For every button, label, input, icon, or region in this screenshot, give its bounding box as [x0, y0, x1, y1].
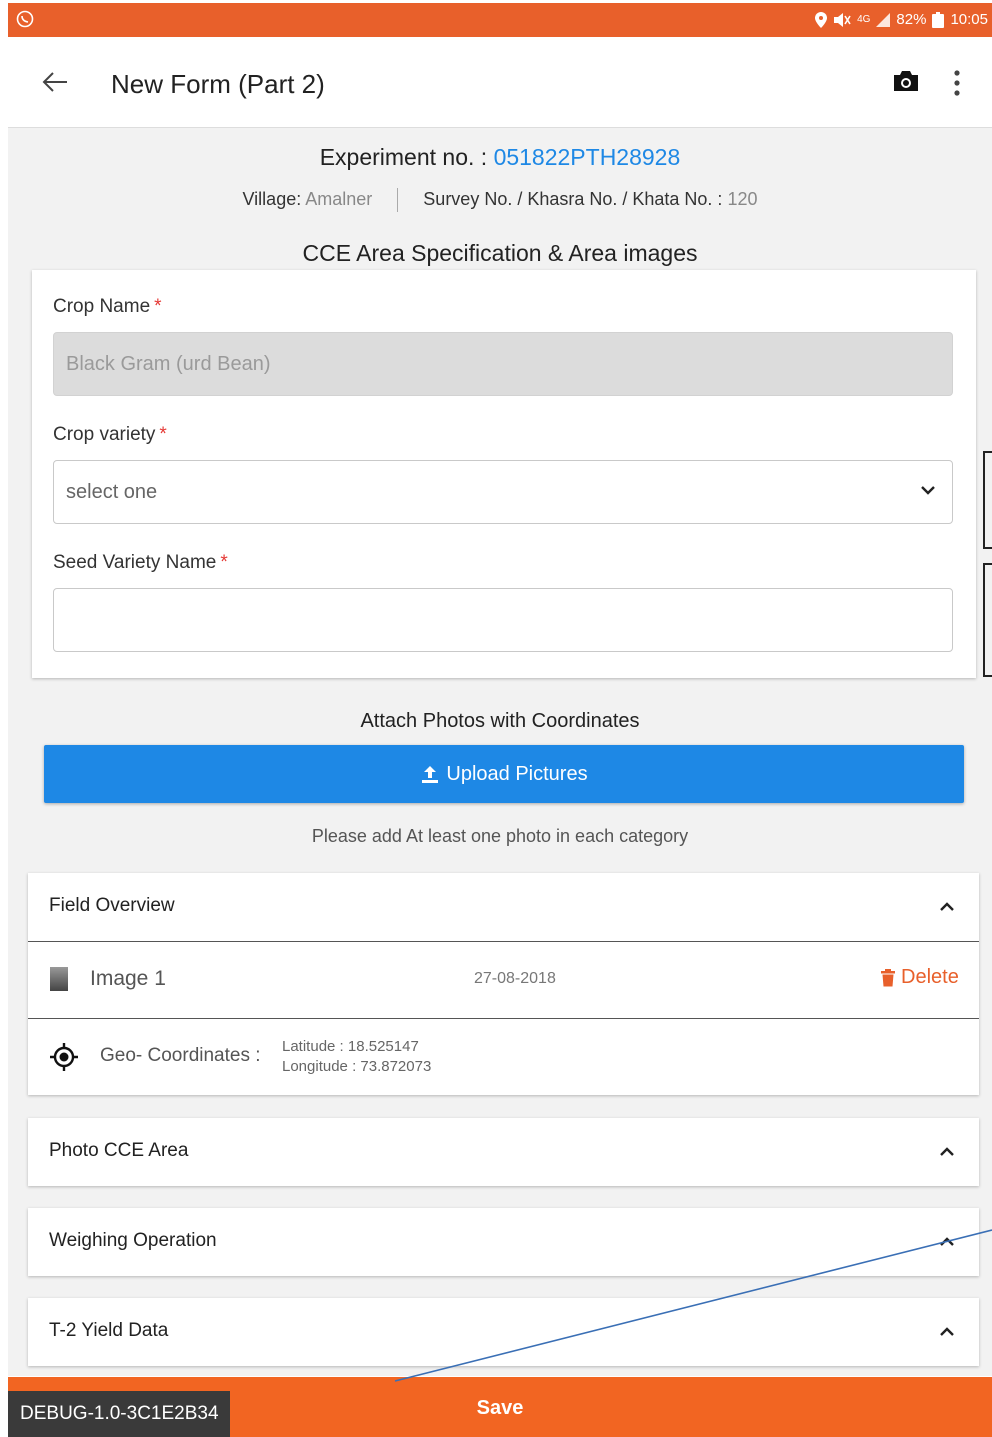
bottom-bar: Save DEBUG-1.0-3C1E2B34: [8, 1377, 992, 1437]
seed-variety-input[interactable]: [53, 588, 953, 652]
panel-header[interactable]: T-2 Yield Data: [28, 1298, 979, 1366]
status-bar: 4G 82% 10:05: [8, 3, 992, 37]
meta-divider: [397, 188, 399, 212]
delete-label: Delete: [901, 966, 959, 988]
crop-variety-value: select one: [66, 481, 158, 503]
panel-t2-yield-data: T-2 Yield Data: [28, 1298, 979, 1366]
experiment-number: Experiment no. : 051822PTH28928: [8, 144, 992, 171]
village-label: Village:: [242, 188, 302, 209]
upload-pictures-button[interactable]: Upload Pictures: [44, 745, 964, 803]
clock: 10:05: [950, 11, 988, 28]
image-thumbnail-icon[interactable]: [50, 967, 68, 991]
delete-image-button[interactable]: Delete: [881, 966, 959, 989]
village-value: Amalner: [305, 188, 373, 209]
section-heading: CCE Area Specification & Area images: [302, 240, 698, 266]
crop-variety-label-text: Crop variety: [53, 424, 156, 445]
image-row: Image 1 27-08-2018 Delete: [28, 941, 979, 1018]
geo-row: Geo- Coordinates : Latitude : 18.525147 …: [28, 1018, 979, 1095]
upload-label: Upload Pictures: [446, 762, 588, 785]
seed-variety-label-text: Seed Variety Name: [53, 552, 217, 573]
panel-field-overview: Field Overview Image 1 27-08-2018 Delete…: [28, 873, 979, 1095]
chevron-down-icon: [921, 486, 935, 495]
panel-header[interactable]: Field Overview: [28, 873, 979, 941]
crop-name-field: Black Gram (urd Bean): [53, 332, 953, 396]
survey-value: 120: [727, 188, 758, 209]
panel-title: Field Overview: [49, 895, 175, 916]
seed-variety-label: Seed Variety Name *: [53, 552, 228, 574]
required-mark: *: [159, 424, 167, 445]
attach-heading: Attach Photos with Coordinates: [360, 710, 640, 732]
image-date: 27-08-2018: [474, 970, 556, 987]
experiment-label: Experiment no. :: [319, 144, 488, 170]
required-mark: *: [220, 552, 228, 573]
chevron-up-icon: [940, 1147, 954, 1156]
chevron-up-icon: [940, 1237, 954, 1246]
crop-variety-label: Crop variety *: [53, 424, 167, 446]
area-spec-card: Crop Name * Black Gram (urd Bean) Crop va…: [32, 270, 976, 678]
debug-build-label: DEBUG-1.0-3C1E2B34: [8, 1391, 230, 1437]
more-vert-icon[interactable]: [953, 69, 961, 97]
form-content[interactable]: Experiment no. : 051822PTH28928 Village:…: [8, 128, 992, 1376]
chevron-up-icon: [940, 902, 954, 911]
whatsapp-icon: [16, 10, 34, 28]
gps-target-icon: [50, 1043, 78, 1071]
geo-label: Geo- Coordinates :: [100, 1045, 261, 1066]
annotation-bracket: [983, 451, 992, 549]
app-bar: New Form (Part 2): [8, 37, 992, 128]
panel-header[interactable]: Photo CCE Area: [28, 1118, 979, 1186]
geo-values: Latitude : 18.525147 Longitude : 73.8720…: [282, 1037, 431, 1077]
panel-title: Weighing Operation: [49, 1230, 217, 1251]
location-icon: [815, 11, 828, 28]
battery-percent: 82%: [896, 11, 927, 28]
required-mark: *: [154, 296, 162, 317]
upload-icon: [422, 766, 439, 783]
signal-icon: [876, 12, 891, 27]
annotation-bracket: [983, 563, 992, 677]
survey-label: Survey No. / Khasra No. / Khata No. :: [423, 188, 723, 209]
panel-header[interactable]: Weighing Operation: [28, 1208, 979, 1276]
panel-photo-cce-area: Photo CCE Area: [28, 1118, 979, 1186]
battery-icon: [932, 11, 945, 28]
image-label: Image 1: [90, 967, 166, 990]
crop-name-label-text: Crop Name: [53, 296, 151, 317]
status-icons: 4G 82% 10:05: [815, 11, 988, 28]
longitude: Longitude : 73.872073: [282, 1058, 432, 1075]
crop-variety-select[interactable]: select one: [53, 460, 953, 524]
photo-hint: Please add At least one photo in each ca…: [311, 826, 689, 846]
latitude: Latitude : 18.525147: [282, 1038, 419, 1055]
crop-name-label: Crop Name *: [53, 296, 162, 318]
page-title: New Form (Part 2): [111, 69, 325, 99]
panel-title: Photo CCE Area: [49, 1140, 189, 1161]
location-meta: Village: Amalner Survey No. / Khasra No.…: [8, 188, 992, 212]
network-type: 4G: [857, 14, 871, 25]
mute-icon: [834, 12, 851, 27]
trash-icon: [881, 968, 895, 986]
experiment-value: 051822PTH28928: [493, 144, 681, 170]
chevron-up-icon: [940, 1327, 954, 1336]
panel-title: T-2 Yield Data: [49, 1320, 169, 1341]
back-arrow-icon[interactable]: [42, 71, 68, 93]
panel-weighing-operation: Weighing Operation: [28, 1208, 979, 1276]
camera-icon[interactable]: [892, 69, 920, 93]
